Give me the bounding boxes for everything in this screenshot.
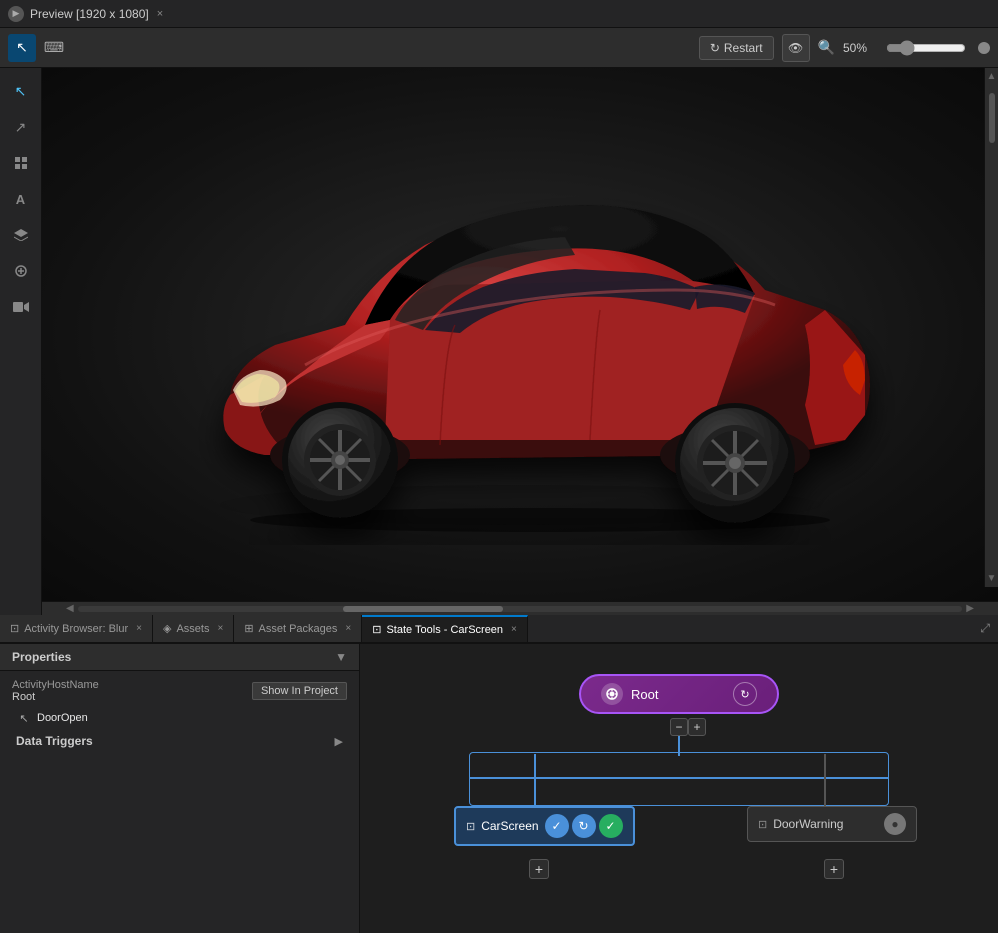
main-area: ↖ ↗ A <box>0 68 998 615</box>
toolbar: ↖ ⌨ ↻ Restart 👁 🔍 50% <box>0 28 998 68</box>
doorwarning-label: DoorWarning <box>773 817 843 831</box>
canvas-container[interactable]: ▲ ▼ <box>42 68 998 601</box>
zoom-slider[interactable] <box>886 40 966 56</box>
bottom-panel: Properties ▼ ActivityHostName Root Show … <box>0 643 998 933</box>
left-sidebar: ↖ ↗ A <box>0 68 42 615</box>
properties-panel: Properties ▼ ActivityHostName Root Show … <box>0 644 360 933</box>
tab-activity-icon: ⊡ <box>10 622 19 635</box>
carscreen-btn-group: ✓ ↻ ✓ <box>545 814 623 838</box>
title-bar: ▶ Preview [1920 x 1080] × <box>0 0 998 28</box>
doorwarning-v-connector <box>824 754 826 806</box>
carscreen-label: CarScreen <box>481 819 538 833</box>
sidebar-cursor-icon[interactable]: ↖ <box>6 76 36 106</box>
tab-assets-icon: ◈ <box>163 622 171 635</box>
data-triggers-section[interactable]: Data Triggers ▶ <box>12 729 347 753</box>
tab-asset-packages[interactable]: ⊞ Asset Packages × <box>234 615 362 642</box>
tab-activity-browser[interactable]: ⊡ Activity Browser: Blur × <box>0 615 153 642</box>
properties-title: Properties <box>12 650 71 664</box>
v-scroll-thumb[interactable] <box>989 93 995 143</box>
visibility-button[interactable]: 👁 <box>782 34 810 62</box>
cursor-icon-small: ↖ <box>16 710 32 726</box>
h-connector <box>469 777 889 779</box>
host-name-value: Root <box>12 691 99 703</box>
cursor-tool-btn[interactable]: ↖ <box>8 34 36 62</box>
tab-bar: ⊡ Activity Browser: Blur × ◈ Assets × ⊞ … <box>0 615 998 643</box>
sidebar-select-icon[interactable]: ↗ <box>6 112 36 142</box>
scroll-thumb[interactable] <box>343 606 503 612</box>
carscreen-v-connector <box>534 754 536 806</box>
state-canvas[interactable]: Root ↻ − + ⊡ CarScreen ✓ ↻ ✓ ⊡ <box>360 644 998 933</box>
car-visualization <box>42 68 998 601</box>
root-node-icon <box>601 683 623 705</box>
sidebar-layers-icon[interactable] <box>6 220 36 250</box>
tab-state-close[interactable]: × <box>511 624 517 635</box>
doorwarning-node[interactable]: ⊡ DoorWarning ● <box>747 806 917 842</box>
tab-activity-close[interactable]: × <box>136 623 142 634</box>
host-name-row: ActivityHostName Root Show In Project <box>12 679 347 703</box>
tab-packages-close[interactable]: × <box>345 623 351 634</box>
root-node-text: Root <box>631 687 658 702</box>
door-open-item[interactable]: ↖ DoorOpen <box>12 707 347 729</box>
toolbar-left: ↖ ⌨ <box>8 34 68 62</box>
scroll-up-arrow[interactable]: ▲ <box>984 68 998 85</box>
tab-packages-icon: ⊞ <box>244 622 253 635</box>
doorwarning-circle-btn[interactable]: ● <box>884 813 906 835</box>
data-triggers-label: Data Triggers <box>16 734 93 748</box>
restart-button[interactable]: ↻ Restart <box>699 36 774 60</box>
sidebar-text-icon[interactable]: A <box>6 184 36 214</box>
show-in-project-button[interactable]: Show In Project <box>252 682 347 700</box>
data-triggers-arrow: ▶ <box>335 735 343 748</box>
root-minus-btn[interactable]: − <box>670 718 688 736</box>
root-refresh-btn[interactable]: ↻ <box>733 682 757 706</box>
root-plus-btn[interactable]: + <box>688 718 706 736</box>
tab-assets-close[interactable]: × <box>217 623 223 634</box>
carscreen-node[interactable]: ⊡ CarScreen ✓ ↻ ✓ <box>454 806 635 846</box>
door-open-label: DoorOpen <box>37 712 88 724</box>
keyboard-tool-btn[interactable]: ⌨ <box>40 34 68 62</box>
zoom-display: 50% <box>843 41 878 55</box>
scroll-track[interactable] <box>78 606 963 612</box>
tab-state-icon: ⊡ <box>372 623 381 636</box>
properties-collapse-btn[interactable]: ▼ <box>335 650 347 664</box>
sidebar-grid-icon[interactable] <box>6 148 36 178</box>
toolbar-right: ↻ Restart 👁 🔍 50% <box>699 34 990 62</box>
tab-assets[interactable]: ◈ Assets × <box>153 615 234 642</box>
root-node-label-group: Root <box>601 683 658 705</box>
carscreen-check-btn[interactable]: ✓ <box>545 814 569 838</box>
carscreen-icon: ⊡ <box>466 820 475 833</box>
preview-icon: ▶ <box>8 6 24 22</box>
title-bar-text: Preview [1920 x 1080] <box>30 7 149 21</box>
doorwarning-btn-group: ● <box>884 813 906 835</box>
properties-header: Properties ▼ <box>0 644 359 671</box>
panel-expand-btn[interactable]: ⤢ <box>972 621 998 636</box>
car-svg <box>145 125 895 545</box>
restart-icon: ↻ <box>710 41 720 55</box>
scroll-left-arrow[interactable]: ◀ <box>62 603 78 614</box>
horizontal-scrollbar: ◀ ▶ <box>42 601 998 615</box>
sidebar-share-icon[interactable] <box>6 256 36 286</box>
carscreen-refresh-btn[interactable]: ↻ <box>572 814 596 838</box>
branch-container <box>469 752 889 806</box>
doorwarning-icon: ⊡ <box>758 818 767 831</box>
sidebar-video-icon[interactable] <box>6 292 36 322</box>
tab-state-tools[interactable]: ⊡ State Tools - CarScreen × <box>362 615 528 642</box>
vertical-scrollbar[interactable]: ▲ ▼ <box>984 68 998 587</box>
carscreen-plus-btn[interactable]: + <box>529 859 549 879</box>
search-icon[interactable]: 🔍 <box>818 39 835 56</box>
scroll-right-arrow[interactable]: ▶ <box>962 603 978 614</box>
scroll-down-arrow[interactable]: ▼ <box>984 570 998 587</box>
preview-area: ▲ ▼ ◀ ▶ <box>42 68 998 615</box>
root-node[interactable]: Root ↻ <box>579 674 779 714</box>
properties-content: ActivityHostName Root Show In Project ↖ … <box>0 671 359 933</box>
host-name-label: ActivityHostName <box>12 679 99 691</box>
carscreen-active-btn[interactable]: ✓ <box>599 814 623 838</box>
doorwarning-plus-btn[interactable]: + <box>824 859 844 879</box>
zoom-dot <box>978 42 990 54</box>
title-bar-close-btn[interactable]: × <box>157 8 163 20</box>
